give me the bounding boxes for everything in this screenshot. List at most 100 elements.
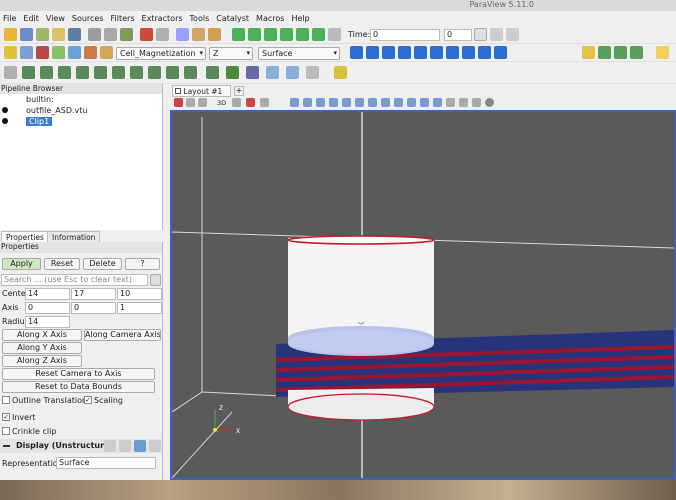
zoom-to-data-icon[interactable] [176, 28, 189, 41]
edit-selection-icon[interactable] [446, 98, 455, 107]
reset-data-bounds-button[interactable]: Reset to Data Bounds [2, 381, 155, 393]
rescale-icon[interactable] [52, 46, 65, 59]
redo-icon[interactable] [156, 28, 169, 41]
crinkle-clip-checkbox[interactable] [2, 427, 10, 435]
hover-cells-icon[interactable] [381, 98, 390, 107]
select-block-icon[interactable] [342, 98, 351, 107]
open-icon[interactable] [4, 28, 17, 41]
axis-y-field[interactable]: 0 [71, 302, 116, 314]
reload-icon[interactable] [134, 440, 146, 452]
eye-icon[interactable] [2, 118, 8, 124]
gear-icon[interactable] [149, 440, 161, 452]
tab-properties[interactable]: Properties [1, 231, 49, 242]
disconnect-icon[interactable] [52, 28, 65, 41]
ruler-view-icon[interactable] [472, 98, 481, 107]
view-minus-z-icon[interactable] [446, 46, 459, 59]
reset-camera-axis-button[interactable]: Reset Camera to Axis [2, 368, 155, 380]
render-view[interactable]: Z X [170, 110, 676, 480]
view-plus-y-icon[interactable] [398, 46, 411, 59]
python-icon[interactable] [68, 28, 81, 41]
view-plus-z-icon[interactable] [430, 46, 443, 59]
loop-icon[interactable] [328, 28, 341, 41]
ruler-icon[interactable] [334, 66, 347, 79]
radius-field[interactable]: 14 [25, 316, 70, 328]
tab-information[interactable]: Information [47, 231, 101, 242]
add-layout-button[interactable]: + [234, 86, 244, 96]
split-vertical-icon[interactable] [186, 98, 195, 107]
invert-checkbox[interactable]: ✓ [2, 413, 10, 421]
center-y-field[interactable]: 17 [71, 288, 116, 300]
time-input[interactable]: 0 [370, 29, 440, 41]
menu-file[interactable]: File [0, 11, 20, 26]
interaction-mode-icon[interactable] [582, 46, 595, 59]
edit-colormap-icon[interactable] [36, 46, 49, 59]
settings-icon[interactable] [120, 28, 133, 41]
along-camera-axis-button[interactable]: Along Camera Axis [84, 329, 161, 341]
plot-over-line-icon[interactable] [206, 66, 219, 79]
component-select[interactable]: Z ▾ [209, 47, 253, 60]
close-view-icon[interactable] [260, 98, 269, 107]
python-calc-icon[interactable] [306, 66, 319, 79]
color-by-icon[interactable] [4, 46, 17, 59]
capture-icon[interactable] [198, 98, 207, 107]
rescale-visible-icon[interactable] [84, 46, 97, 59]
tree-item-outfile[interactable]: outfile_ASD.vtu [2, 106, 87, 117]
integrate-icon[interactable] [246, 66, 259, 79]
search-input[interactable]: Search ... (use Esc to clear text) [1, 274, 148, 286]
reset-button[interactable]: Reset [44, 258, 80, 270]
delete-button[interactable]: Delete [83, 258, 122, 270]
frame-input[interactable]: 0 [444, 29, 472, 41]
reset-center-icon[interactable] [630, 46, 643, 59]
rescale-custom-icon[interactable] [68, 46, 81, 59]
grow-selection-icon[interactable] [394, 98, 403, 107]
zoom-box-icon[interactable] [420, 98, 429, 107]
hover-points-icon[interactable] [368, 98, 377, 107]
select-polygon-icon[interactable] [329, 98, 338, 107]
color-legend-icon[interactable] [20, 46, 33, 59]
zoom-out-icon[interactable] [506, 28, 519, 41]
menu-catalyst[interactable]: Catalyst [213, 11, 253, 26]
along-x-axis-button[interactable]: Along X Axis [2, 329, 82, 341]
along-z-axis-button[interactable]: Along Z Axis [2, 355, 82, 367]
undo-icon[interactable] [140, 28, 153, 41]
center-x-field[interactable]: 14 [25, 288, 70, 300]
find-data-icon[interactable] [192, 28, 205, 41]
menu-filters[interactable]: Filters [108, 11, 139, 26]
select-frustum-icon[interactable] [316, 98, 325, 107]
view-minus-x-icon[interactable] [382, 46, 395, 59]
stream-tracer-icon[interactable] [130, 66, 143, 79]
connect-icon[interactable] [36, 28, 49, 41]
interactive-select-icon[interactable] [355, 98, 364, 107]
view-plus-x-icon[interactable] [366, 46, 379, 59]
first-frame-icon[interactable] [232, 28, 245, 41]
threshold-icon[interactable] [76, 66, 89, 79]
restore-icon[interactable] [246, 98, 255, 107]
axis-z-field[interactable]: 1 [117, 302, 162, 314]
reset-session-icon[interactable] [208, 28, 221, 41]
temporal-icon[interactable] [266, 66, 279, 79]
tab-layout-1[interactable]: Layout #1 ⊠ [172, 85, 231, 105]
maximize-icon[interactable] [232, 98, 241, 107]
next-frame-icon[interactable] [296, 28, 309, 41]
play-icon[interactable] [280, 28, 293, 41]
representation-field[interactable]: Surface [56, 457, 156, 469]
clear-selection-icon[interactable] [433, 98, 442, 107]
isometric-icon[interactable] [494, 46, 507, 59]
menu-extractors[interactable]: Extractors [139, 11, 187, 26]
array-select[interactable]: Cell_Magnetization ▾ [116, 47, 206, 60]
select-cells-icon[interactable] [290, 98, 299, 107]
save-icon[interactable] [20, 28, 33, 41]
help-view-icon[interactable] [485, 98, 494, 107]
center-axes-icon[interactable] [598, 46, 611, 59]
menu-sources[interactable]: Sources [69, 11, 108, 26]
rescale-time-icon[interactable] [100, 46, 113, 59]
zoom-icon[interactable] [490, 28, 503, 41]
apply-button[interactable]: Apply [2, 258, 41, 270]
histogram-icon[interactable] [226, 66, 239, 79]
representation-select[interactable]: Surface ▾ [258, 47, 340, 60]
warp-icon[interactable] [148, 66, 161, 79]
view-minus-y-icon[interactable] [414, 46, 427, 59]
macro-icon[interactable] [88, 28, 101, 41]
collapse-icon[interactable] [3, 445, 10, 447]
slice-icon[interactable] [58, 66, 71, 79]
